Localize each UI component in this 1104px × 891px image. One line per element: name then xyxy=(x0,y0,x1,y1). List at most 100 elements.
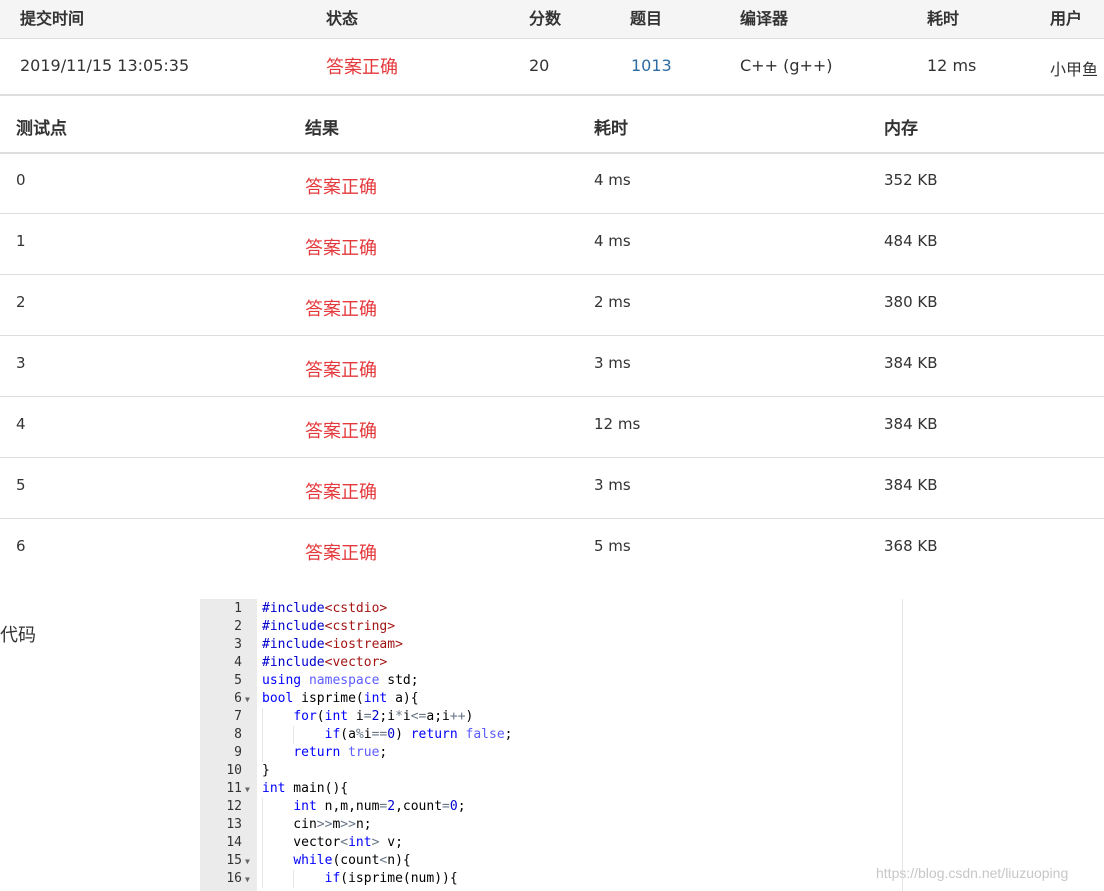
case-id: 5 xyxy=(16,476,26,494)
header-elapsed: 耗时 xyxy=(927,9,960,28)
code-line: 16 ▼ if(isprime(num)){ xyxy=(200,870,902,888)
header-submit-time: 提交时间 xyxy=(20,9,85,28)
code-text: int main(){ xyxy=(262,781,349,796)
case-result: 答案正确 xyxy=(305,299,377,320)
fold-toggle-icon[interactable]: ▼ xyxy=(245,871,255,889)
code-line: 2 #include<cstring> xyxy=(200,618,902,636)
code-line: 4 #include<vector> xyxy=(200,654,902,672)
case-result: 答案正确 xyxy=(305,482,377,503)
line-number: 16 xyxy=(226,871,242,886)
case-id: 0 xyxy=(16,171,26,189)
case-time: 12 ms xyxy=(594,415,641,433)
code-line: 15 ▼ while(count<n){ xyxy=(200,852,902,870)
case-memory: 384 KB xyxy=(884,415,938,433)
header-user: 用户 xyxy=(1050,9,1083,28)
case-result: 答案正确 xyxy=(305,421,377,442)
case-result: 答案正确 xyxy=(305,238,377,259)
header-problem: 题目 xyxy=(630,9,663,28)
code-label: 代码 xyxy=(0,625,36,646)
line-number: 9 xyxy=(234,745,242,760)
code-text: for(int i=2;i*i<=a;i++) xyxy=(293,709,474,724)
line-number: 6 xyxy=(234,691,242,706)
line-number: 2 xyxy=(234,619,242,634)
code-text: if(a%i==0) return false; xyxy=(324,727,513,742)
test-case-row: 2 答案正确 2 ms 380 KB xyxy=(0,275,1104,336)
code-line: 5 using namespace std; xyxy=(200,672,902,690)
case-id: 6 xyxy=(16,537,26,555)
header-case-id: 测试点 xyxy=(16,119,67,139)
test-case-row: 6 答案正确 5 ms 368 KB xyxy=(0,519,1104,579)
submission-score: 20 xyxy=(529,56,550,75)
submission-time: 2019/11/15 13:05:35 xyxy=(20,56,190,75)
submission-table-header: 提交时间 状态 分数 题目 编译器 耗时 用户 xyxy=(0,0,1104,39)
header-score: 分数 xyxy=(529,9,562,28)
test-case-row: 3 答案正确 3 ms 384 KB xyxy=(0,336,1104,397)
case-result: 答案正确 xyxy=(305,543,377,564)
problem-link[interactable]: 1013 xyxy=(631,56,672,75)
submission-status: 答案正确 xyxy=(326,57,398,78)
line-number: 7 xyxy=(234,709,242,724)
code-text: } xyxy=(262,763,270,778)
code-text: if(isprime(num)){ xyxy=(324,871,458,886)
code-line: 8 if(a%i==0) return false; xyxy=(200,726,902,744)
submission-user[interactable]: 小甲鱼 xyxy=(1050,56,1098,80)
submission-row: 2019/11/15 13:05:35 答案正确 20 1013 C++ (g+… xyxy=(0,39,1104,96)
case-memory: 384 KB xyxy=(884,354,938,372)
case-memory: 368 KB xyxy=(884,537,938,555)
fold-toggle-icon[interactable]: ▼ xyxy=(245,853,255,871)
code-line: 6 ▼ bool isprime(int a){ xyxy=(200,690,902,708)
code-line: 7 for(int i=2;i*i<=a;i++) xyxy=(200,708,902,726)
case-result: 答案正确 xyxy=(305,177,377,198)
code-text: #include<cstdio> xyxy=(262,601,388,616)
test-case-row: 1 答案正确 4 ms 484 KB xyxy=(0,214,1104,275)
case-memory: 380 KB xyxy=(884,293,938,311)
line-number: 8 xyxy=(234,727,242,742)
line-number: 5 xyxy=(234,673,242,688)
header-compiler: 编译器 xyxy=(740,9,789,28)
code-text: #include<cstring> xyxy=(262,619,396,634)
fold-toggle-icon[interactable]: ▼ xyxy=(245,781,255,799)
line-number: 4 xyxy=(234,655,242,670)
test-case-table-header: 测试点 结果 耗时 内存 xyxy=(0,96,1104,154)
case-id: 1 xyxy=(16,232,26,250)
watermark: https://blog.csdn.net/liuzuoping xyxy=(876,865,1069,881)
case-id: 2 xyxy=(16,293,26,311)
line-number: 12 xyxy=(226,799,242,814)
case-id: 4 xyxy=(16,415,26,433)
submission-elapsed: 12 ms xyxy=(927,56,977,75)
case-time: 4 ms xyxy=(594,232,631,250)
case-time: 4 ms xyxy=(594,171,631,189)
case-time: 3 ms xyxy=(594,354,631,372)
line-number: 10 xyxy=(226,763,242,778)
code-editor[interactable]: 1 #include<cstdio> 2 #include<cstring> 3 #inc… xyxy=(200,599,903,891)
line-number: 3 xyxy=(234,637,242,652)
code-text: #include<vector> xyxy=(262,655,388,670)
code-text: while(count<n){ xyxy=(293,853,411,868)
line-number: 13 xyxy=(226,817,242,832)
line-number: 11 xyxy=(226,781,242,796)
code-text: int n,m,num=2,count=0; xyxy=(293,799,466,814)
header-status: 状态 xyxy=(326,9,359,28)
header-result: 结果 xyxy=(305,119,339,139)
fold-toggle-icon[interactable]: ▼ xyxy=(245,691,255,709)
case-time: 3 ms xyxy=(594,476,631,494)
line-number: 14 xyxy=(226,835,242,850)
code-line: 10} xyxy=(200,762,902,780)
code-line: 3 #include<iostream> xyxy=(200,636,902,654)
code-line: 9 return true; xyxy=(200,744,902,762)
case-time: 5 ms xyxy=(594,537,631,555)
code-text: #include<iostream> xyxy=(262,637,403,652)
test-case-row: 0 答案正确 4 ms 352 KB xyxy=(0,153,1104,214)
case-time: 2 ms xyxy=(594,293,631,311)
code-text: vector<int> v; xyxy=(262,835,403,850)
case-result: 答案正确 xyxy=(305,360,377,381)
code-line: 14 vector<int> v; xyxy=(200,834,902,852)
code-text: bool isprime(int a){ xyxy=(262,691,419,706)
code-text: return true; xyxy=(293,745,388,760)
code-text: cin>>m>>n; xyxy=(262,817,372,832)
case-memory: 352 KB xyxy=(884,171,938,189)
code-line: 12 int n,m,num=2,count=0; xyxy=(200,798,902,816)
header-memory: 内存 xyxy=(884,119,918,139)
line-number: 15 xyxy=(226,853,242,868)
header-time: 耗时 xyxy=(594,119,628,139)
